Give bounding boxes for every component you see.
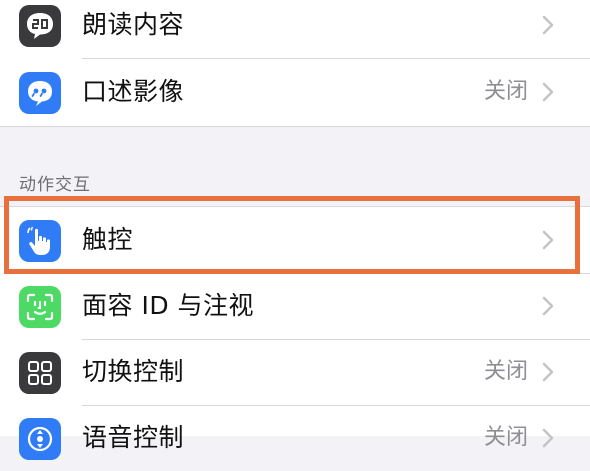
grid-squares-icon [19, 352, 61, 394]
voice-control-icon [19, 418, 61, 460]
row-value: 关闭 [483, 79, 528, 104]
chevron-right-icon [540, 294, 556, 318]
chevron-right-icon [540, 360, 556, 384]
hand-pointer-icon [19, 220, 61, 262]
row-label: 口述影像 [82, 77, 185, 106]
row-label: 切换控制 [82, 357, 185, 386]
chevron-right-icon [540, 80, 556, 104]
row-audio-descriptions[interactable]: 口述影像 关闭 [0, 59, 590, 125]
chevron-right-icon [540, 228, 556, 252]
row-face-id-attention[interactable]: 面容 ID 与注视 [0, 273, 590, 339]
row-voice-control[interactable]: 语音控制 关闭 [0, 405, 590, 471]
row-value: 关闭 [483, 425, 528, 450]
row-spoken-content[interactable]: 朗读内容 [0, 0, 590, 58]
row-label: 朗读内容 [82, 10, 185, 39]
chevron-right-icon [540, 13, 556, 37]
row-label: 触控 [82, 225, 134, 254]
settings-group-physical-motor: 触控 面容 ID 与注视 切换控制 关闭 语音控制 关闭 [0, 206, 590, 460]
row-switch-control[interactable]: 切换控制 关闭 [0, 339, 590, 405]
row-value: 关闭 [483, 359, 528, 384]
row-label: 面容 ID 与注视 [82, 291, 255, 320]
face-id-icon [19, 286, 61, 328]
row-label: 语音控制 [82, 423, 185, 452]
quote-bubble-icon [19, 72, 61, 114]
section-header: 动作交互 [19, 175, 91, 195]
chevron-right-icon [540, 426, 556, 450]
speech-bubble-icon [19, 5, 61, 47]
row-touch[interactable]: 触控 [0, 207, 590, 273]
settings-group-speech: 朗读内容 口述影像 关闭 [0, 0, 590, 127]
